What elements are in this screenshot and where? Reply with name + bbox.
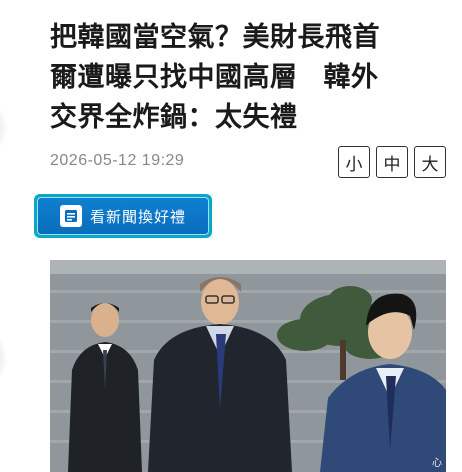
headline-line-2a: 爾遭曝只找中國高層 xyxy=(50,62,298,93)
font-size-small-button[interactable]: 小 xyxy=(338,146,370,178)
headline-line-3: 交界全炸鍋：太失禮 xyxy=(50,102,298,133)
news-photo: 心 xyxy=(50,260,446,472)
document-icon xyxy=(60,205,82,227)
publish-date: 2026-05-12 19:29 xyxy=(50,152,185,169)
headline-line-2b: 韓外 xyxy=(323,62,379,93)
left-edge-shadow xyxy=(0,100,8,156)
photo-watermark: 心 xyxy=(432,457,442,469)
font-size-controls: 小 中 大 xyxy=(338,146,446,178)
headline-line-1: 把韓國當空氣？美財長飛首 xyxy=(50,22,380,53)
font-size-large-button[interactable]: 大 xyxy=(414,146,446,178)
gift-button-inner: 看新聞換好禮 xyxy=(37,197,209,235)
read-news-gift-button[interactable]: 看新聞換好禮 xyxy=(34,194,212,238)
article-headline: 把韓國當空氣？美財長飛首 爾遭曝只找中國高層 韓外 交界全炸鍋：太失禮 xyxy=(50,18,450,138)
headline-line-2: 爾遭曝只找中國高層 韓外 xyxy=(50,58,450,98)
left-edge-shadow xyxy=(0,330,8,386)
gift-button-label: 看新聞換好禮 xyxy=(90,207,187,226)
font-size-medium-button[interactable]: 中 xyxy=(376,146,408,178)
news-article-page: 把韓國當空氣？美財長飛首 爾遭曝只找中國高層 韓外 交界全炸鍋：太失禮 2026-… xyxy=(0,0,462,472)
